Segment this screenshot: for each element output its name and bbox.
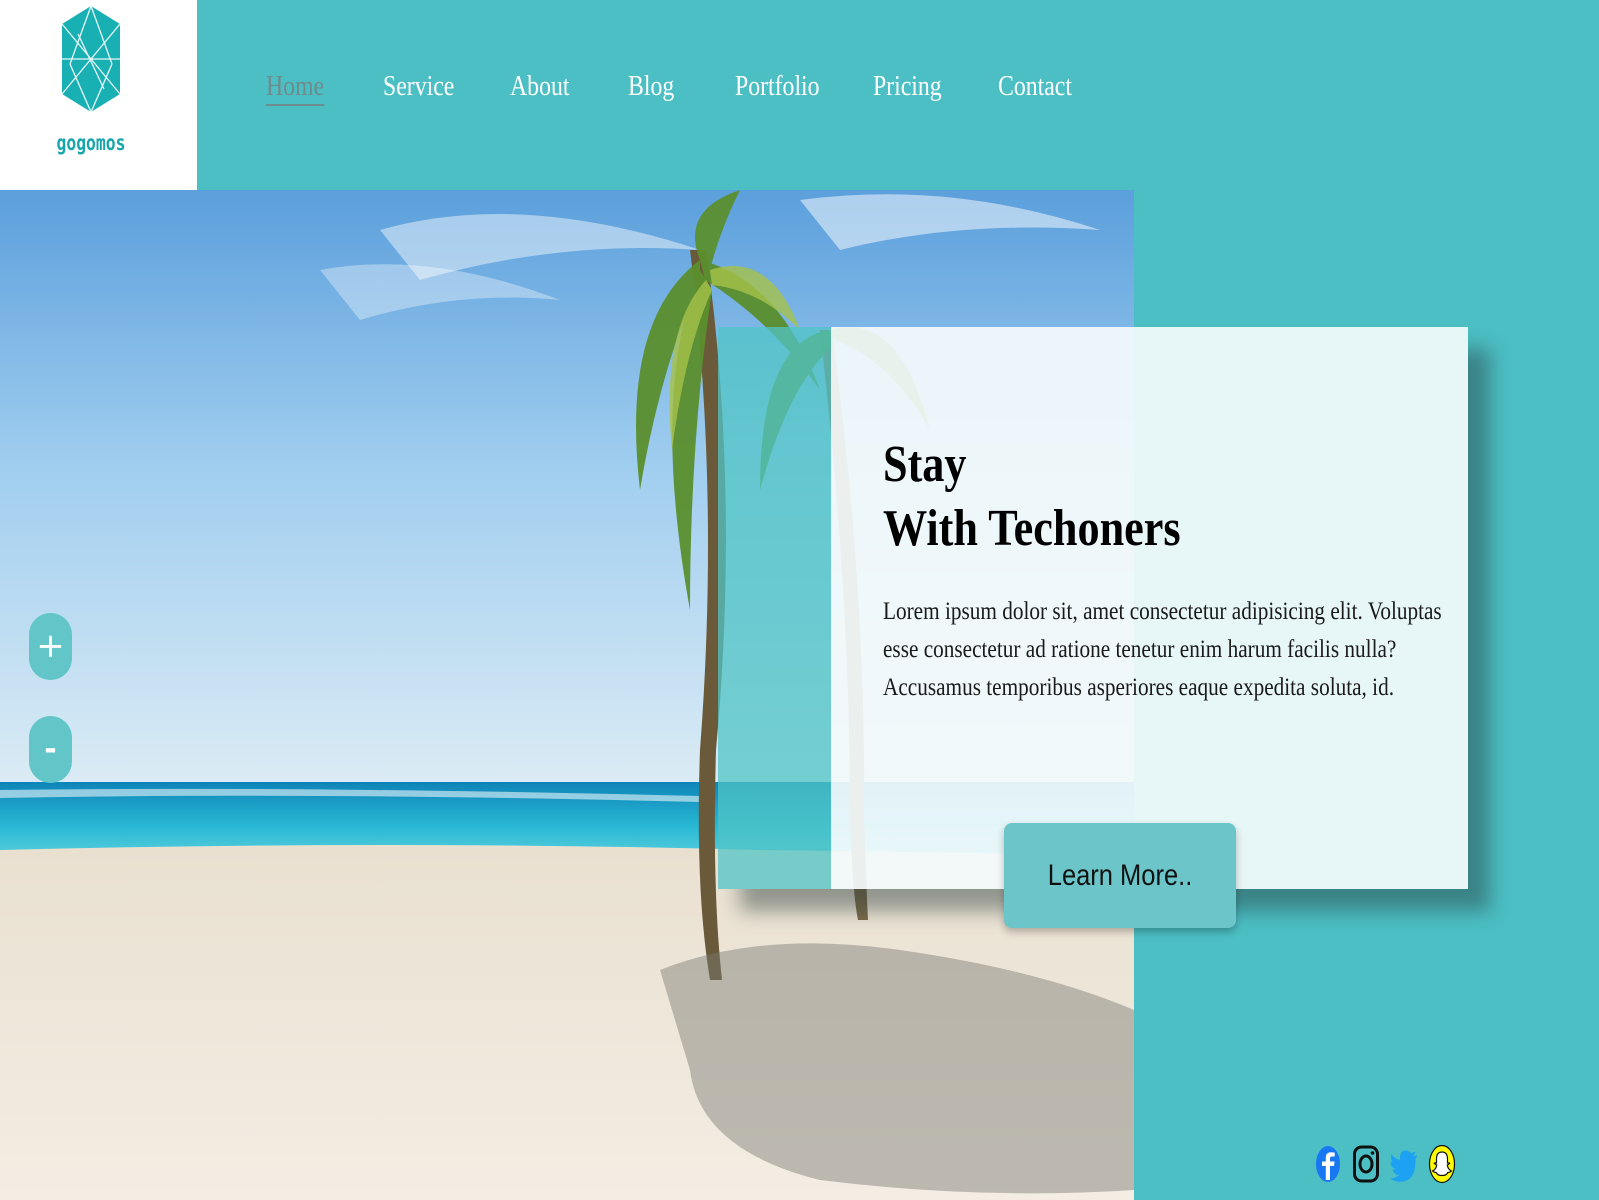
page: gogomos Home Service About Blog Portfoli… [0,0,1599,1200]
card-title-line1: Stay [883,436,967,493]
card-title: Stay With Techoners [883,433,1181,561]
hexagon-gem-icon [61,5,121,113]
twitter-icon[interactable] [1390,1144,1418,1184]
nav-item-home[interactable]: Home [266,70,325,106]
card-description: Lorem ipsum dolor sit, amet consectetur … [883,598,1442,701]
logo-text: gogomos [56,131,126,155]
instagram-icon[interactable] [1352,1144,1380,1184]
zoom-in-button[interactable]: + [29,613,72,680]
promo-card: Stay With Techoners Lorem ipsum dolor si… [718,327,1468,889]
nav-item-blog[interactable]: Blog [628,70,674,103]
snapchat-icon[interactable] [1428,1144,1456,1184]
card-body: Stay With Techoners Lorem ipsum dolor si… [831,327,1468,889]
card-accent-strip [718,327,831,889]
nav-item-portfolio[interactable]: Portfolio [735,70,820,103]
learn-more-button[interactable]: Learn More.. [1004,823,1236,928]
nav-item-pricing[interactable]: Pricing [873,70,942,103]
card-title-line2: With Techoners [883,500,1181,557]
zoom-out-button[interactable]: - [29,716,72,783]
facebook-icon[interactable] [1314,1144,1342,1184]
nav-item-contact[interactable]: Contact [998,70,1072,103]
logo[interactable]: gogomos [0,0,197,190]
learn-more-label: Learn More.. [1047,859,1193,892]
nav-item-service[interactable]: Service [383,70,454,103]
nav-item-about[interactable]: About [510,70,569,103]
